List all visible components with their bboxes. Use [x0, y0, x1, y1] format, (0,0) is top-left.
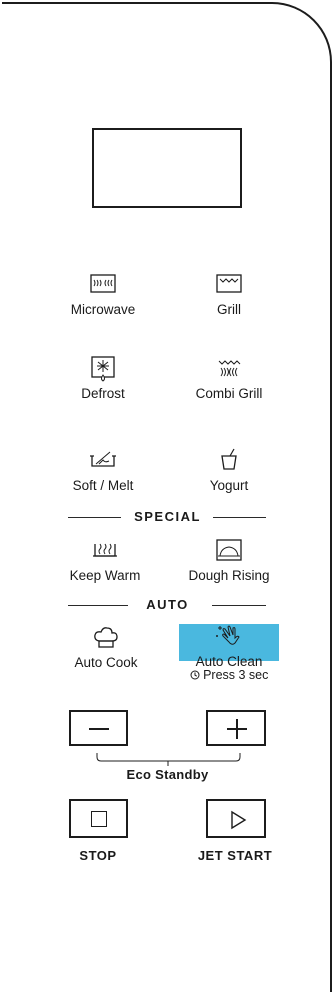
plus-button[interactable]	[206, 710, 266, 746]
chef-hat-icon	[86, 625, 126, 653]
jet-start-button[interactable]	[206, 799, 266, 838]
soft-melt-label: Soft / Melt	[72, 478, 134, 493]
defrost-label: Defrost	[81, 386, 125, 401]
auto-cook-button[interactable]: Auto Cook	[46, 625, 166, 670]
minus-icon	[89, 728, 109, 730]
dough-rising-icon	[209, 538, 249, 566]
dough-rising-button[interactable]: Dough Rising	[169, 538, 289, 583]
auto-clean-button[interactable]: Auto Clean Press 3 sec	[169, 624, 289, 683]
minus-button[interactable]	[69, 710, 128, 746]
yogurt-button[interactable]: Yogurt	[169, 448, 289, 493]
auto-clean-hint: Press 3 sec	[169, 668, 289, 683]
keep-warm-label: Keep Warm	[69, 568, 141, 583]
clock-icon	[190, 669, 200, 683]
microwave-button[interactable]: Microwave	[43, 272, 163, 317]
combi-grill-button[interactable]: Combi Grill	[169, 356, 289, 401]
display-screen	[92, 128, 242, 208]
microwave-label: Microwave	[70, 302, 136, 317]
plus-icon-vertical	[236, 719, 238, 739]
steam-warm-icon	[85, 538, 125, 566]
stop-button[interactable]	[69, 799, 128, 838]
play-triangle-icon	[228, 810, 248, 835]
special-divider-right	[213, 517, 266, 518]
auto-clean-hint-text: Press 3 sec	[203, 668, 269, 682]
keep-warm-button[interactable]: Keep Warm	[45, 538, 165, 583]
soft-melt-button[interactable]: Soft / Melt	[43, 448, 163, 493]
auto-section-title: AUTO	[146, 597, 189, 612]
stop-label: STOP	[79, 848, 117, 863]
grill-button[interactable]: Grill	[169, 272, 289, 317]
eco-standby-label: Eco Standby	[126, 767, 209, 782]
jet-start-label: JET START	[197, 848, 273, 863]
dough-rising-label: Dough Rising	[188, 568, 270, 583]
grill-icon	[209, 272, 249, 300]
auto-clean-label: Auto Clean	[195, 654, 263, 669]
snowflake-defrost-icon	[83, 356, 123, 384]
combi-grill-icon	[209, 356, 249, 384]
yogurt-cup-icon	[209, 448, 249, 476]
defrost-button[interactable]: Defrost	[43, 356, 163, 401]
stop-square-icon	[91, 811, 107, 827]
microwave-waves-icon	[83, 272, 123, 300]
special-section-title: SPECIAL	[134, 509, 201, 524]
clean-hand-sparkle-icon	[209, 624, 249, 652]
auto-divider-right	[212, 605, 266, 606]
eco-standby-bracket	[96, 753, 241, 766]
soft-melt-icon	[83, 448, 123, 476]
auto-cook-label: Auto Cook	[74, 655, 138, 670]
yogurt-label: Yogurt	[209, 478, 249, 493]
combi-grill-label: Combi Grill	[195, 386, 263, 401]
grill-label: Grill	[217, 302, 241, 317]
